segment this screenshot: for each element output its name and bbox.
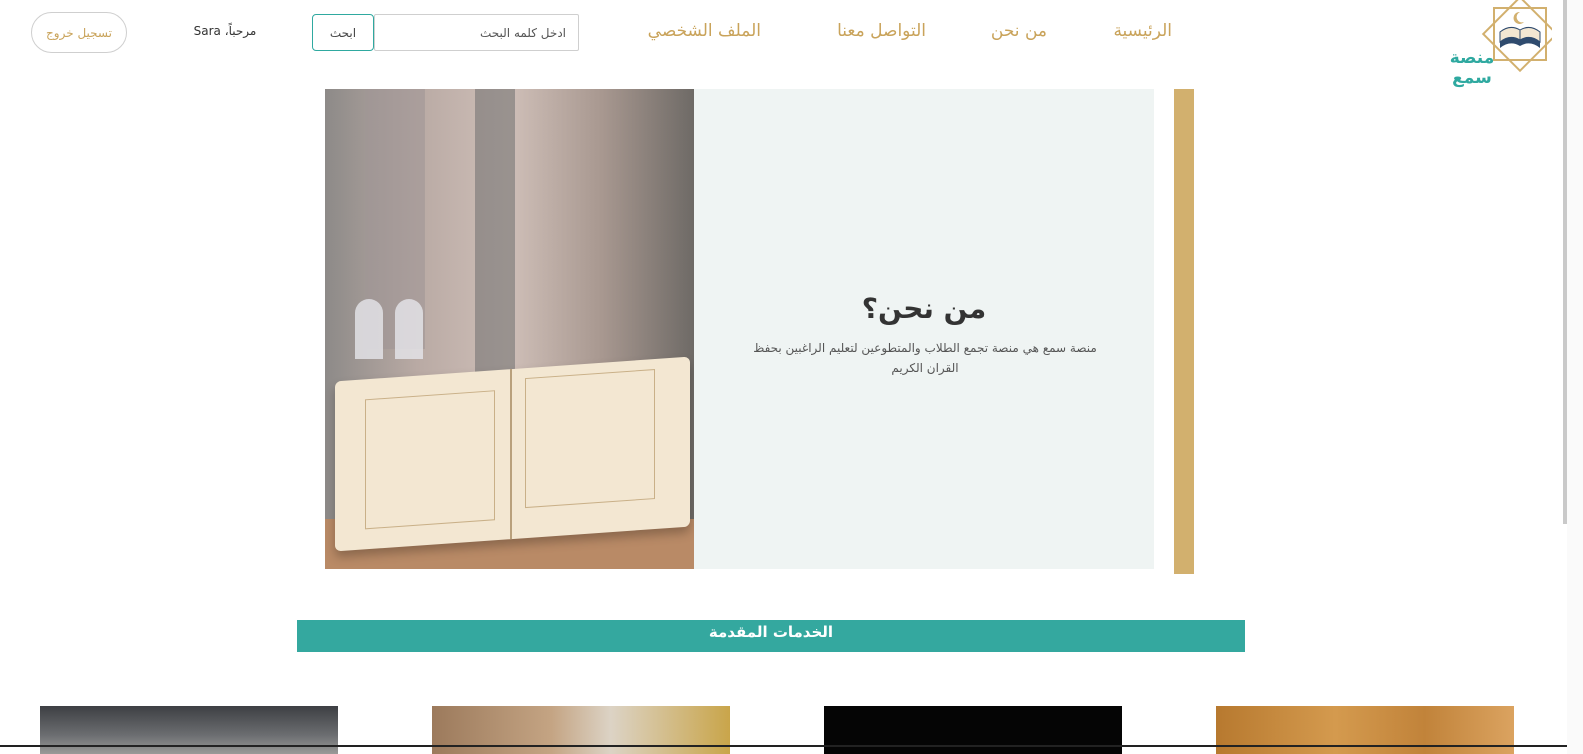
viewport-bottom-edge xyxy=(0,745,1567,747)
search-input[interactable] xyxy=(374,14,579,51)
services-heading: الخدمات المقدمة xyxy=(297,620,1245,652)
user-greeting: مرحباً، Sara xyxy=(193,24,257,38)
about-panel xyxy=(694,89,1154,569)
nav-item-profile[interactable]: الملف الشخصي xyxy=(648,21,761,41)
about-description: منصة سمع هي منصة تجمع الطلاب والمتطوعين … xyxy=(753,341,1097,375)
logo-text: منصة سمع xyxy=(1449,48,1495,88)
scrollbar-thumb[interactable] xyxy=(1563,0,1567,524)
scrollbar-track[interactable] xyxy=(1567,0,1583,754)
page: منصة سمع الرئيسية من نحن التواصل معنا ال… xyxy=(0,0,1583,754)
logout-button[interactable]: تسجيل خروج xyxy=(31,12,127,53)
decorative-gold-bar xyxy=(1174,89,1194,574)
nav-item-contact[interactable]: التواصل معنا xyxy=(837,21,926,41)
about-title: من نحن؟ xyxy=(861,292,987,325)
nav-item-about[interactable]: من نحن xyxy=(991,21,1047,41)
search-button[interactable]: ابحث xyxy=(312,14,374,51)
nav-item-home[interactable]: الرئيسية xyxy=(1113,21,1172,41)
quran-hero-image xyxy=(325,89,694,569)
